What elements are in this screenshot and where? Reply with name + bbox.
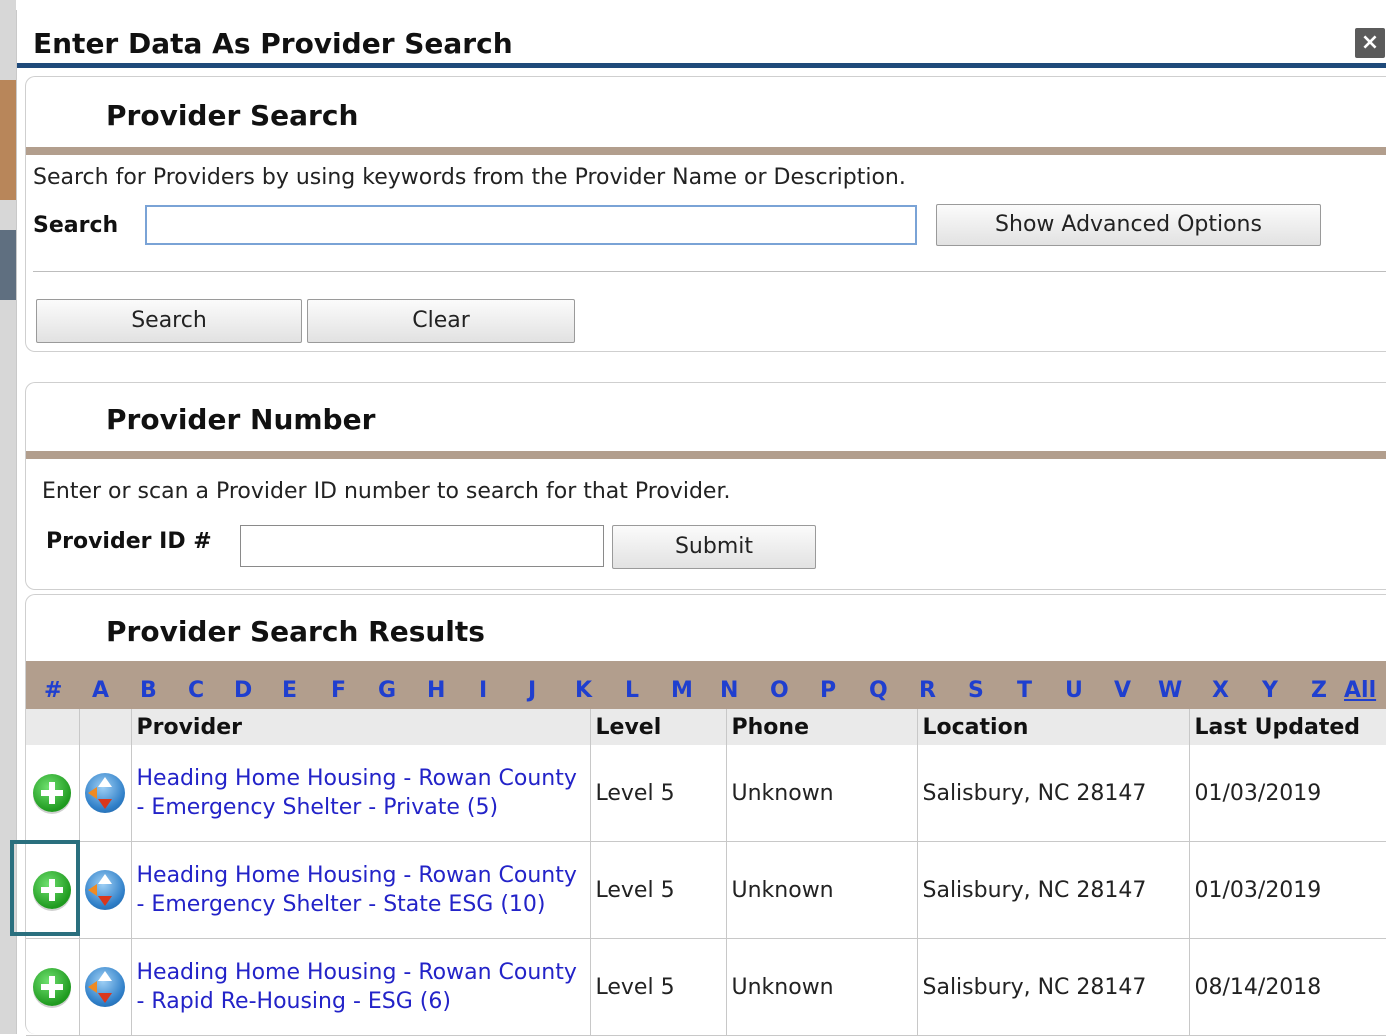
info-cell	[79, 841, 132, 939]
alpha-filter-h[interactable]: H	[427, 678, 445, 703]
alpha-filter-j[interactable]: J	[528, 678, 536, 703]
alpha-filter-z[interactable]: Z	[1311, 678, 1327, 703]
header-last-updated[interactable]: Last Updated	[1189, 709, 1386, 745]
search-label: Search	[33, 213, 119, 238]
provider-info-icon[interactable]	[85, 870, 125, 910]
alpha-filter-k[interactable]: K	[575, 678, 592, 703]
alpha-filter-u[interactable]: U	[1065, 678, 1083, 703]
add-icon[interactable]	[33, 968, 72, 1006]
section-rule	[26, 147, 1386, 155]
section-rule	[26, 661, 1386, 673]
alpha-filter-a[interactable]: A	[92, 678, 109, 703]
last-updated-cell: 01/03/2019	[1189, 745, 1386, 842]
add-cell	[26, 841, 80, 939]
provider-results-panel: Provider Search Results # A B C D E F G …	[25, 594, 1386, 1036]
provider-id-label: Provider ID #	[46, 529, 212, 554]
info-cell	[79, 938, 132, 1036]
add-cell	[26, 745, 80, 842]
location-cell: Salisbury, NC 28147	[917, 938, 1190, 1036]
section-rule	[26, 451, 1386, 459]
results-table: Provider Level Phone Location Last Updat…	[26, 709, 1386, 1036]
add-icon[interactable]	[33, 774, 72, 812]
alpha-filter-l[interactable]: L	[625, 678, 639, 703]
header-add	[26, 709, 80, 745]
submit-button[interactable]: Submit	[612, 525, 816, 569]
location-cell: Salisbury, NC 28147	[917, 745, 1190, 842]
provider-link[interactable]: Heading Home Housing - Rowan County - Em…	[137, 861, 585, 919]
alphabet-filter-bar: # A B C D E F G H I J K L M N O P Q R S …	[26, 673, 1386, 709]
alpha-filter-t[interactable]: T	[1017, 678, 1032, 703]
provider-cell: Heading Home Housing - Rowan County - Ra…	[131, 938, 591, 1036]
phone-cell: Unknown	[726, 938, 918, 1036]
alpha-filter-g[interactable]: G	[378, 678, 396, 703]
alpha-filter-b[interactable]: B	[140, 678, 157, 703]
alpha-filter-all[interactable]: All	[1344, 678, 1376, 703]
provider-number-description: Enter or scan a Provider ID number to se…	[42, 479, 731, 504]
header-info	[79, 709, 132, 745]
table-row: Heading Home Housing - Rowan County - Em…	[26, 841, 1386, 939]
header-level[interactable]: Level	[590, 709, 727, 745]
dialog-header: Enter Data As Provider Search ×	[17, 10, 1386, 68]
show-advanced-options-button[interactable]: Show Advanced Options	[936, 204, 1321, 246]
phone-cell: Unknown	[726, 745, 918, 842]
alpha-filter-o[interactable]: O	[770, 678, 789, 703]
provider-number-title: Provider Number	[106, 403, 376, 436]
dialog-title: Enter Data As Provider Search	[33, 27, 513, 60]
header-location[interactable]: Location	[917, 709, 1190, 745]
alpha-filter-w[interactable]: W	[1158, 678, 1182, 703]
provider-search-panel: Provider Search Search for Providers by …	[25, 76, 1386, 352]
close-icon[interactable]: ×	[1355, 28, 1385, 58]
provider-number-panel: Provider Number Enter or scan a Provider…	[25, 382, 1386, 590]
alpha-filter-d[interactable]: D	[234, 678, 252, 703]
alpha-filter-i[interactable]: I	[479, 678, 487, 703]
phone-cell: Unknown	[726, 841, 918, 939]
alpha-filter-c[interactable]: C	[188, 678, 204, 703]
table-row: Heading Home Housing - Rowan County - Em…	[26, 745, 1386, 842]
alpha-filter-v[interactable]: V	[1114, 678, 1131, 703]
provider-link[interactable]: Heading Home Housing - Rowan County - Ra…	[137, 958, 585, 1016]
table-row: Heading Home Housing - Rowan County - Ra…	[26, 938, 1386, 1036]
background-page-edge	[0, 0, 16, 1034]
table-header-row: Provider Level Phone Location Last Updat…	[26, 709, 1386, 745]
alpha-filter-f[interactable]: F	[331, 678, 346, 703]
info-cell	[79, 745, 132, 842]
clear-button[interactable]: Clear	[307, 299, 575, 343]
level-cell: Level 5	[590, 938, 727, 1036]
provider-search-description: Search for Providers by using keywords f…	[33, 165, 906, 190]
alpha-filter-x[interactable]: X	[1212, 678, 1229, 703]
header-provider[interactable]: Provider	[131, 709, 591, 745]
provider-info-icon[interactable]	[85, 773, 125, 813]
last-updated-cell: 01/03/2019	[1189, 841, 1386, 939]
alpha-filter-p[interactable]: P	[820, 678, 836, 703]
provider-cell: Heading Home Housing - Rowan County - Em…	[131, 841, 591, 939]
search-input[interactable]	[145, 205, 917, 245]
provider-info-icon[interactable]	[85, 967, 125, 1007]
alpha-filter-y[interactable]: Y	[1262, 678, 1278, 703]
level-cell: Level 5	[590, 745, 727, 842]
add-icon[interactable]	[33, 871, 72, 909]
alpha-filter-e[interactable]: E	[282, 678, 297, 703]
level-cell: Level 5	[590, 841, 727, 939]
add-cell	[26, 938, 80, 1036]
provider-search-title: Provider Search	[106, 99, 359, 132]
divider	[33, 271, 1386, 272]
provider-search-dialog: Enter Data As Provider Search × Provider…	[16, 10, 1386, 1036]
provider-cell: Heading Home Housing - Rowan County - Em…	[131, 745, 591, 842]
location-cell: Salisbury, NC 28147	[917, 841, 1190, 939]
provider-link[interactable]: Heading Home Housing - Rowan County - Em…	[137, 764, 585, 822]
provider-id-input[interactable]	[240, 525, 604, 567]
alpha-filter-s[interactable]: S	[968, 678, 984, 703]
search-button[interactable]: Search	[36, 299, 302, 343]
header-phone[interactable]: Phone	[726, 709, 918, 745]
last-updated-cell: 08/14/2018	[1189, 938, 1386, 1036]
alpha-filter-q[interactable]: Q	[869, 678, 888, 703]
provider-results-title: Provider Search Results	[106, 615, 485, 648]
alpha-filter-hash[interactable]: #	[44, 678, 62, 703]
alpha-filter-n[interactable]: N	[720, 678, 738, 703]
alpha-filter-r[interactable]: R	[919, 678, 936, 703]
alpha-filter-m[interactable]: M	[671, 678, 693, 703]
